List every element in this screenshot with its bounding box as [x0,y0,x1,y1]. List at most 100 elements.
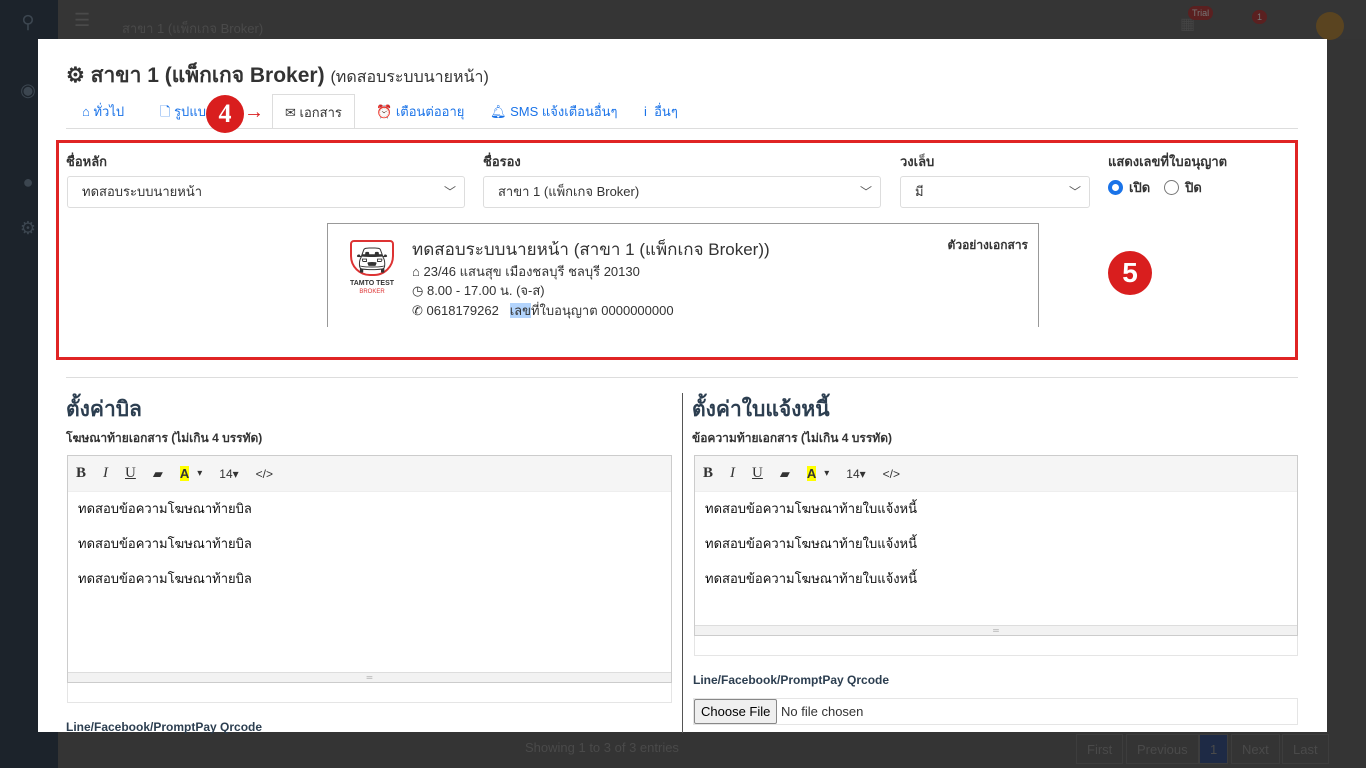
color-caret-icon[interactable]: ▾ [197,468,202,479]
section-divider [66,377,1298,378]
show-license-label: แสดงเลขที่ใบอนุญาต [1108,154,1228,169]
color-caret-icon[interactable]: ▾ [824,468,829,479]
bill-footer-label: โฆษณาท้ายเอกสาร (ไม่เกิน 4 บรรทัด) [66,431,263,445]
logo-text: TAMTO TEST [349,280,395,287]
editor-toolbar: B I U ▰ A ▾ 14▾ </> [68,456,671,492]
editor-line: ทดสอบข้อความโฆษณาท้ายบิล [78,501,252,516]
title-text: สาขา 1 (แพ็กเกจ Broker) [90,64,325,87]
dashboard-icon[interactable]: ◉ [16,80,40,100]
tab-documents[interactable]: ✉ เอกสาร [272,94,355,129]
user-icon[interactable]: ● [16,172,40,192]
hours-text: 8.00 - 17.00 น. (จ-ส) [426,283,545,298]
editor-status-area [694,636,1298,656]
chevron-down-icon: ﹀ [859,185,872,199]
underline-button[interactable]: U [752,465,763,482]
branch-selector[interactable]: สาขา 1 (แพ็กเกจ Broker) [122,18,263,39]
radio-off[interactable] [1164,180,1180,195]
arrow-right-icon: → [244,101,264,123]
column-divider [682,393,683,733]
bell-icon: 🔔︎ [490,104,507,119]
bold-button[interactable]: B [76,465,86,482]
gear-icon[interactable]: ⚙ [16,218,40,238]
hamburger-icon[interactable]: ☰ [74,10,90,31]
editor-line: ทดสอบข้อความโฆษณาท้ายใบแจ้งหนี้ [705,571,918,586]
resize-handle[interactable]: ═ [695,625,1297,635]
invoice-heading: ตั้งค่าใบแจ้งหนี้ [692,398,830,421]
code-view-button[interactable]: </> [256,467,273,481]
trial-badge: Trial [1188,6,1214,20]
pager-first[interactable]: First [1076,734,1124,764]
editor-line: ทดสอบข้อความโฆษณาท้ายใบแจ้งหนี้ [705,501,918,516]
chevron-down-icon: ﹀ [1068,185,1081,199]
file-icon: 🗋 [160,104,171,119]
invoice-footer-editor[interactable]: B I U ▰ A ▾ 14▾ </> ทดสอบข้อความโฆษณาท้า… [694,455,1298,636]
top-navbar: ☰ สาขา 1 (แพ็กเกจ Broker) ▦ Trial 1 [58,0,1366,40]
preview-address: ⌂ 23/46 แสนสุข เมืองชลบุรี ชลบุรี 20130 [412,261,640,282]
bill-footer-editor[interactable]: B I U ▰ A ▾ 14▾ </> ทดสอบข้อความโฆษณาท้า… [67,455,672,683]
resize-handle[interactable]: ═ [68,672,671,682]
text-color-button[interactable]: A [806,466,817,481]
editor-status-area [67,683,672,703]
logo-subtext: BROKER [359,289,385,295]
bill-qr-label: Line/Facebook/PromptPay Qrcode [66,720,263,734]
editor-line: ทดสอบข้อความโฆษณาท้ายบิล [78,571,252,586]
choose-file-button[interactable]: Choose File [694,699,778,724]
tab-general[interactable]: ⌂ ทั่วไป [70,94,136,129]
alarm-icon: ⏰ [376,104,393,119]
preview-company-name: ทดสอบระบบนายหน้า (สาขา 1 (แพ็กเกจ Broker… [412,240,770,259]
pager-previous[interactable]: Previous [1126,734,1199,764]
italic-button[interactable]: I [730,465,735,482]
pager-next[interactable]: Next [1231,734,1280,764]
tab-sms[interactable]: 🔔︎ SMS แจ้งเตือนอื่นๆ [478,94,630,129]
eraser-icon[interactable]: ▰ [153,466,163,482]
tab-label: ทั่วไป [93,104,125,119]
license-selected-text: เลข [509,303,531,318]
radio-on[interactable] [1108,180,1123,195]
car-logo-icon: 🚘︎ [350,240,394,276]
text-color-button[interactable]: A [179,466,190,481]
editor-content[interactable]: ทดสอบข้อความโฆษณาท้ายใบแจ้งหนี้ ทดสอบข้อ… [695,492,1297,609]
notification-badge: 1 [1252,10,1268,24]
eraser-icon[interactable]: ▰ [780,466,790,482]
underline-button[interactable]: U [125,465,136,482]
editor-line: ทดสอบข้อความโฆษณาท้ายใบแจ้งหนี้ [705,536,918,551]
sub-name-label: ชื่อรอง [483,154,521,169]
editor-content[interactable]: ทดสอบข้อความโฆษณาท้ายบิล ทดสอบข้อความโฆษ… [68,492,671,609]
home-icon: ⌂ [412,264,420,279]
font-size-dropdown[interactable]: 14▾ [219,467,238,481]
radio-off-label: ปิด [1185,180,1202,195]
select-value: สาขา 1 (แพ็กเกจ Broker) [498,184,640,199]
chevron-down-icon: ﹀ [443,185,456,199]
main-name-select[interactable]: ทดสอบระบบนายหน้า ﹀ [67,176,465,208]
italic-button[interactable]: I [103,465,108,482]
tab-label: เตือนต่ออายุ [395,104,465,119]
phone-text: 0618179262 [426,303,499,318]
tab-label: อื่นๆ [654,104,678,119]
qr-file-input[interactable]: Choose File No file chosen [693,698,1298,725]
tab-other[interactable]: i อื่นๆ [632,94,690,129]
avatar[interactable] [1316,12,1344,40]
bracket-select[interactable]: มี ﹀ [900,176,1090,208]
phone-icon: ✆ [412,303,423,318]
tab-label: เอกสาร [299,105,342,120]
show-license-radio-group: เปิด ปิด [1108,177,1202,198]
document-preview: 🚘︎ TAMTO TEST BROKER ทดสอบระบบนายหน้า (ส… [327,223,1039,327]
home-icon: ⌂ [82,104,90,119]
editor-line: ทดสอบข้อความโฆษณาท้ายบิล [78,536,252,551]
entries-info: Showing 1 to 3 of 3 entries [525,740,679,755]
envelope-icon: ✉ [285,105,296,120]
branch-settings-modal: ⚙ สาขา 1 (แพ็กเกจ Broker) (ทดสอบระบบนายห… [38,39,1327,734]
font-size-dropdown[interactable]: 14▾ [846,467,865,481]
file-status: No file chosen [781,704,864,719]
bold-button[interactable]: B [703,465,713,482]
code-view-button[interactable]: </> [883,467,900,481]
tab-renewal-alert[interactable]: ⏰ เตือนต่ออายุ [364,94,476,129]
editor-toolbar: B I U ▰ A ▾ 14▾ </> [695,456,1297,492]
tab-label: SMS แจ้งเตือนอื่นๆ [510,104,618,119]
pager-last[interactable]: Last [1282,734,1329,764]
info-icon: i [644,104,647,119]
pager-page-1[interactable]: 1 [1199,734,1229,764]
sub-name-select[interactable]: สาขา 1 (แพ็กเกจ Broker) ﹀ [483,176,881,208]
step-4-badge: 4 [206,95,244,133]
select-value: ทดสอบระบบนายหน้า [82,184,203,199]
